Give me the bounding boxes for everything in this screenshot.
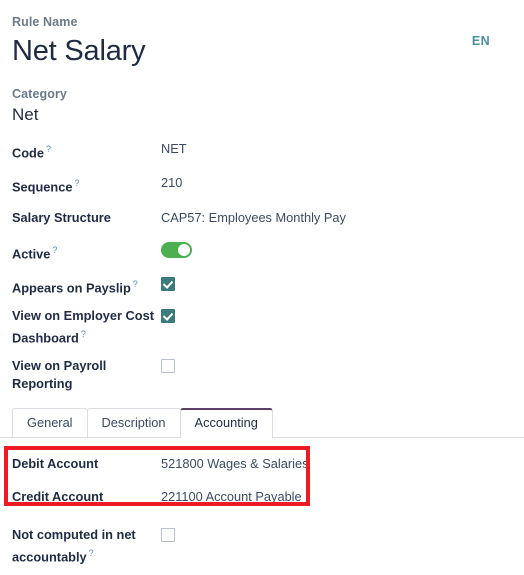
page-title[interactable]: Net Salary <box>12 32 512 70</box>
field-row-debit-account: Debit Account 521800 Wages & Salaries <box>12 455 512 475</box>
field-label-credit-account: Credit Account <box>12 489 104 505</box>
language-badge[interactable]: EN <box>472 34 490 48</box>
category-caption: Category <box>12 87 67 101</box>
help-icon[interactable]: ? <box>46 144 51 154</box>
accounting-field-list: Debit Account 521800 Wages & Salaries Cr… <box>0 446 524 508</box>
field-row-sequence: Sequence? 210 <box>12 174 512 196</box>
appears-on-payslip-checkbox[interactable] <box>161 276 175 291</box>
field-row-code: Code? NET <box>12 140 512 162</box>
field-row-salary-structure: Salary Structure CAP57: Employees Monthl… <box>12 209 512 229</box>
field-list: Code? NET Sequence? 210 Salary Structure… <box>0 140 524 393</box>
field-label-salary-structure: Salary Structure <box>12 209 111 225</box>
field-row-appears-on-payslip: Appears on Payslip? <box>12 275 512 297</box>
view-employer-cost-dashboard-checkbox[interactable] <box>161 309 175 324</box>
tab-general[interactable]: General <box>12 408 88 438</box>
field-label-code: Code? <box>12 140 161 162</box>
field-value-appears-on-payslip <box>161 275 512 296</box>
field-label-view-employer-cost-dashboard-text: View on Employer Cost Dashboard <box>12 308 154 346</box>
field-row-view-employer-cost-dashboard: View on Employer Cost Dashboard? <box>12 307 512 347</box>
field-value-code[interactable]: NET <box>161 140 512 158</box>
field-label-sequence: Sequence? <box>12 174 161 196</box>
accounting-footer-field: Not computed in net accountably? <box>0 521 524 566</box>
payroll-salary-rule-form: EN Rule Name Net Salary Category Net Cod… <box>0 0 524 575</box>
accounting-tab-panel: Debit Account 521800 Wages & Salaries Cr… <box>0 446 524 566</box>
field-label-active: Active? <box>12 241 161 263</box>
help-icon[interactable]: ? <box>133 279 138 289</box>
field-value-not-computed-in-net <box>161 526 512 547</box>
header-spacer <box>12 70 512 86</box>
tab-description[interactable]: Description <box>86 408 181 438</box>
help-icon[interactable]: ? <box>89 548 94 558</box>
tab-accounting[interactable]: Accounting <box>179 408 273 439</box>
notebook-tabbar: General Description Accounting <box>0 408 524 439</box>
field-value-credit-account[interactable]: 221100 Account Payable <box>161 488 512 506</box>
field-label-debit-account: Debit Account <box>12 456 99 472</box>
field-row-view-payroll-reporting: View on Payroll Reporting <box>12 357 512 393</box>
help-icon[interactable]: ? <box>81 329 86 339</box>
field-row-credit-account: Credit Account 221100 Account Payable <box>12 488 512 508</box>
field-value-view-payroll-reporting <box>161 357 512 378</box>
field-label-not-computed-in-net-text: Not computed in net accountably <box>12 527 136 565</box>
toggle-knob <box>178 243 190 256</box>
field-label-sequence-text: Sequence <box>12 179 73 195</box>
field-label-code-text: Code <box>12 145 44 161</box>
field-value-debit-account[interactable]: 521800 Wages & Salaries <box>161 455 512 473</box>
field-value-active <box>161 241 512 263</box>
category-value[interactable]: Net <box>12 103 512 126</box>
field-label-view-employer-cost-dashboard: View on Employer Cost Dashboard? <box>12 307 161 347</box>
field-label-not-computed-in-net: Not computed in net accountably? <box>12 526 161 566</box>
rule-name-caption: Rule Name <box>12 15 78 29</box>
field-row-active: Active? <box>12 241 512 263</box>
not-computed-in-net-checkbox[interactable] <box>161 528 175 543</box>
field-label-view-payroll-reporting: View on Payroll Reporting <box>12 358 107 392</box>
field-label-appears-on-payslip: Appears on Payslip? <box>12 275 161 297</box>
field-row-not-computed-in-net: Not computed in net accountably? <box>12 526 512 566</box>
field-value-salary-structure[interactable]: CAP57: Employees Monthly Pay <box>161 209 512 227</box>
field-label-appears-on-payslip-text: Appears on Payslip <box>12 280 131 296</box>
field-label-active-text: Active <box>12 245 51 261</box>
active-toggle-switch[interactable] <box>161 241 192 258</box>
help-icon[interactable]: ? <box>52 245 57 255</box>
record-header: EN Rule Name Net Salary Category Net <box>0 0 524 126</box>
help-icon[interactable]: ? <box>74 178 79 188</box>
field-value-sequence[interactable]: 210 <box>161 174 512 192</box>
view-payroll-reporting-checkbox[interactable] <box>161 359 175 374</box>
field-value-view-employer-cost-dashboard <box>161 307 512 328</box>
